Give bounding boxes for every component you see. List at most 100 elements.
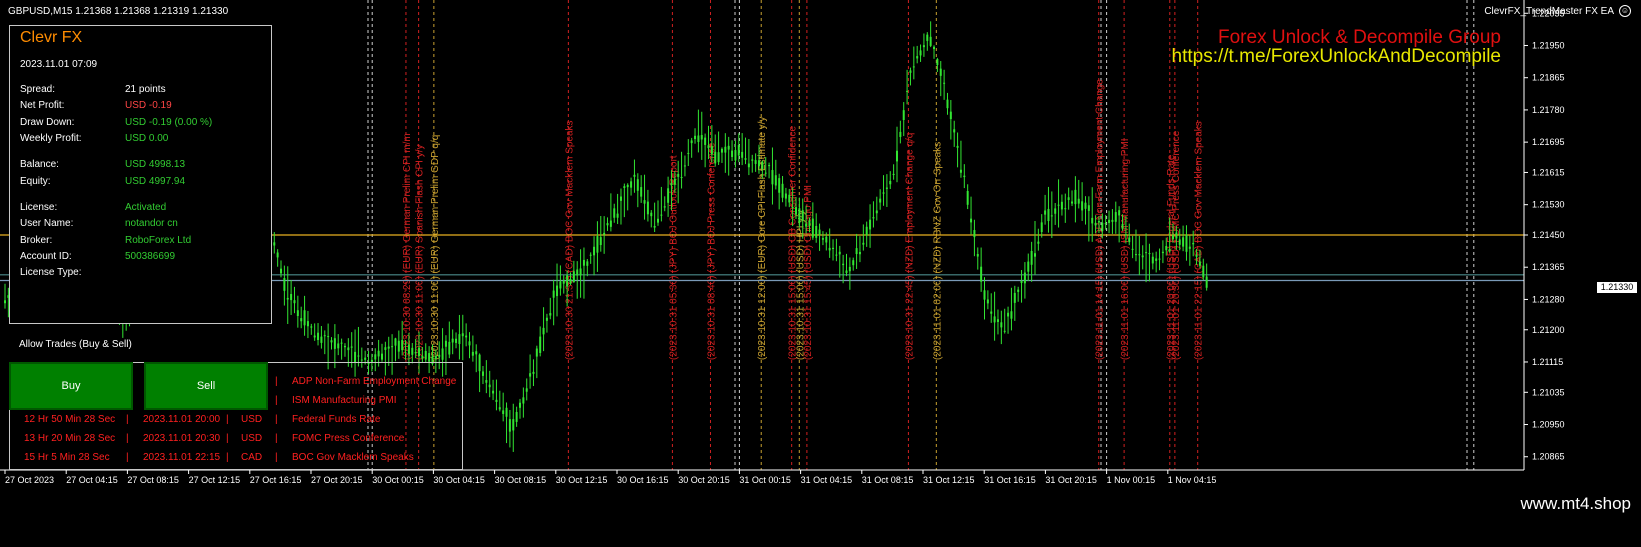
allow-trades-label[interactable]: Allow Trades (Buy & Sell) <box>19 339 132 350</box>
candle-body <box>761 161 764 170</box>
candle-body <box>956 145 959 148</box>
panel-row: License Type: <box>20 267 265 281</box>
candle-body <box>582 259 585 266</box>
candle-body <box>586 261 589 266</box>
candle-body <box>704 137 707 145</box>
candle-body <box>448 341 451 355</box>
candle-body <box>889 180 892 185</box>
candle-body <box>508 419 511 432</box>
candle-body <box>599 237 602 246</box>
candle-body <box>1101 222 1104 232</box>
panel-row-value: RoboForex Ltd <box>125 235 192 246</box>
candle-body <box>700 135 703 140</box>
candle-body <box>690 140 693 144</box>
y-tick-label: 1.21200 <box>1532 325 1565 335</box>
candle-body <box>1175 232 1178 239</box>
x-tick-label: 30 Oct 04:15 <box>433 475 485 485</box>
candle-body <box>492 390 495 394</box>
promo-line-2[interactable]: https://t.me/ForexUnlockAndDecompile <box>1172 46 1501 68</box>
candle-body <box>569 279 572 284</box>
candle-body <box>795 207 798 215</box>
candle-body <box>1185 234 1188 252</box>
x-tick-label: 27 Oct 08:15 <box>127 475 179 485</box>
candle-body <box>815 225 818 238</box>
candle-body <box>280 268 283 274</box>
candle-body <box>475 351 478 355</box>
candle-body <box>391 346 394 348</box>
candle-body <box>1023 272 1026 284</box>
candle-body <box>717 152 720 163</box>
y-tick-label: 1.21950 <box>1532 40 1565 50</box>
candle-body <box>986 299 989 304</box>
x-tick-label: 1 Nov 04:15 <box>1168 475 1217 485</box>
panel-row: Balance: USD 4998.13 <box>20 159 265 173</box>
candle-body <box>441 348 444 360</box>
panel-row-value: USD -0.19 <box>125 100 172 111</box>
candle-body <box>1155 258 1158 261</box>
info-panel: Clevr FX 2023.11.01 07:09 Spread: 21 poin… <box>9 25 272 324</box>
candle-body <box>1047 208 1050 222</box>
candle-body <box>993 316 996 323</box>
candle-body <box>1044 210 1047 215</box>
candle-body <box>593 246 596 256</box>
candle-body <box>922 45 925 48</box>
candle-body <box>1182 237 1185 247</box>
candle-body <box>596 236 599 253</box>
candle-body <box>731 150 734 157</box>
candle-body <box>327 336 330 338</box>
candle-body <box>879 198 882 203</box>
news-separator: | <box>275 376 278 387</box>
x-tick-label: 30 Oct 00:15 <box>372 475 424 485</box>
candle-body <box>646 201 649 215</box>
candle-body <box>603 232 606 235</box>
candle-body <box>744 158 747 160</box>
news-event-label: (2023.10.31 15:45) (USD) Chicago PMI <box>803 185 814 360</box>
candle-body <box>805 223 808 227</box>
candle-body <box>640 187 643 197</box>
buy-button[interactable]: Buy <box>9 362 133 410</box>
candle-body <box>757 160 760 167</box>
candle-body <box>1202 265 1205 278</box>
candle-body <box>973 230 976 238</box>
candle-body <box>619 196 622 201</box>
candle-body <box>347 347 350 351</box>
news-countdown: 13 Hr 20 Min 28 Sec <box>24 433 116 444</box>
news-separator: | <box>275 433 278 444</box>
candle-body <box>1020 280 1023 284</box>
candle-body <box>330 340 333 343</box>
sell-button[interactable]: Sell <box>144 362 268 410</box>
candle-body <box>1114 212 1117 222</box>
news-separator: | <box>275 414 278 425</box>
candle-body <box>919 50 922 56</box>
news-currency: CAD <box>241 452 263 463</box>
candle-body <box>286 297 289 300</box>
smile-icon[interactable]: ☺ <box>1619 5 1631 17</box>
x-tick-label: 30 Oct 12:15 <box>556 475 608 485</box>
candle-body <box>680 177 683 179</box>
candle-body <box>539 336 542 353</box>
candle-body <box>865 226 868 236</box>
candle-body <box>683 165 686 167</box>
news-separator: | <box>226 452 229 463</box>
candle-body <box>623 186 626 189</box>
candle-body <box>488 384 491 388</box>
candle-body <box>535 348 538 357</box>
candle-body <box>455 338 458 343</box>
candle-body <box>1057 204 1060 206</box>
candle-body <box>959 169 962 173</box>
candle-body <box>407 344 410 354</box>
candle-body <box>559 281 562 289</box>
x-tick-label: 1 Nov 00:15 <box>1107 475 1156 485</box>
watermark: www.mt4.shop <box>1520 494 1631 513</box>
candle-body <box>1067 197 1070 201</box>
candle-body <box>451 338 454 343</box>
panel-row-label: Weekly Profit: <box>20 133 82 144</box>
candle-body <box>458 334 461 345</box>
candle-body <box>1040 222 1043 232</box>
news-separator: | <box>226 433 229 444</box>
news-event-label: (2023.11.01 02:00) (NZD) RBNZ Gov Orr Sp… <box>932 142 943 360</box>
panel-row-label: Equity: <box>20 176 51 187</box>
candle-body <box>545 317 548 321</box>
x-tick-label: 31 Oct 12:15 <box>923 475 975 485</box>
candle-body <box>943 82 946 84</box>
